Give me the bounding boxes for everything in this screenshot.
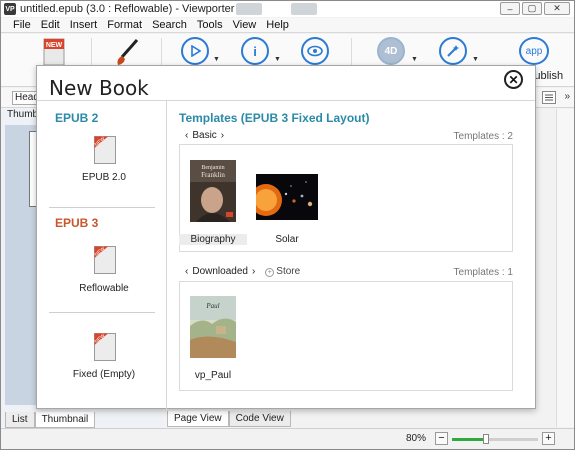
info-icon: i — [241, 37, 269, 65]
list-view-icon[interactable] — [542, 91, 556, 104]
menu-bar: File Edit Insert Format Search Tools Vie… — [1, 18, 574, 33]
new-book-icon: NEW — [94, 136, 116, 164]
dialog-title: New Book — [49, 76, 149, 100]
basic-template-count: Templates : 2 — [453, 131, 513, 142]
menu-help[interactable]: Help — [262, 19, 295, 31]
new-book-dialog: New Book ✕ EPUB 2 NEW EPUB 2.0 EPUB 3 NE… — [36, 65, 536, 409]
basic-category[interactable]: ‹ Basic › — [185, 130, 224, 141]
menu-edit[interactable]: Edit — [37, 19, 66, 31]
play-icon — [181, 37, 209, 65]
new-book-button[interactable]: NEW — [41, 37, 71, 67]
thumbnail-panel-header: Thumb — [7, 109, 39, 120]
section-divider — [49, 312, 155, 313]
store-icon: + — [265, 268, 275, 277]
downloaded-template-count: Templates : 1 — [453, 267, 513, 278]
effects-dropdown-caret[interactable]: ▼ — [472, 56, 479, 63]
window-title: untitled.epub (3.0 : Reflowable) - Viewp… — [20, 3, 235, 15]
basic-category-label: Basic — [192, 130, 217, 141]
right-panel-edge — [556, 109, 574, 427]
chevron-right-icon: › — [220, 130, 225, 141]
zoom-in-button[interactable]: + — [542, 432, 555, 445]
toolbar-overflow-icon[interactable]: » — [564, 91, 570, 102]
zoom-slider[interactable] — [452, 434, 538, 444]
magic-wand-icon — [439, 37, 467, 65]
menu-view[interactable]: View — [229, 19, 263, 31]
status-bar: 80% − + — [1, 428, 574, 449]
tab-thumbnail[interactable]: Thumbnail — [34, 412, 96, 428]
dialog-column-divider — [166, 101, 167, 409]
solar-cover — [256, 174, 318, 220]
tab-page-view[interactable]: Page View — [167, 411, 229, 427]
effects-button[interactable] — [439, 37, 469, 67]
dialog-header-divider — [37, 100, 535, 101]
edit-button[interactable] — [113, 37, 143, 67]
new-book-icon: NEW — [94, 246, 116, 274]
zoom-slider-handle[interactable] — [483, 434, 490, 444]
info-button[interactable]: i — [241, 37, 271, 67]
title-bar: VP untitled.epub (3.0 : Reflowable) - Vi… — [1, 1, 574, 17]
background-window-tab — [236, 3, 262, 15]
view-button[interactable] — [301, 37, 331, 67]
menu-format[interactable]: Format — [103, 19, 148, 31]
4d-dropdown-caret[interactable]: ▼ — [411, 56, 418, 63]
zoom-out-button[interactable]: − — [435, 432, 448, 445]
biography-cover: Benjamin Franklin — [190, 160, 236, 222]
close-window-button[interactable]: ✕ — [544, 2, 570, 15]
maximize-button[interactable]: ▢ — [522, 2, 542, 15]
preview-dropdown-caret[interactable]: ▼ — [213, 56, 220, 63]
vp-paul-template-label: vp_Paul — [194, 370, 232, 381]
vp-paul-cover: Paul — [190, 296, 236, 358]
dialog-close-button[interactable]: ✕ — [504, 70, 523, 89]
window-controls: – ▢ ✕ — [500, 2, 570, 15]
preview-button[interactable] — [181, 37, 211, 67]
app-icon: app — [519, 37, 549, 65]
fixed-empty-option-label: Fixed (Empty) — [72, 369, 136, 380]
solar-template-label: Solar — [275, 234, 299, 245]
eye-icon — [301, 37, 329, 65]
section-divider — [49, 207, 155, 208]
editor-view-tabs: Page View Code View — [167, 411, 291, 427]
tab-list[interactable]: List — [5, 412, 35, 428]
menu-file[interactable]: File — [9, 19, 37, 31]
4d-icon: 4D — [377, 37, 405, 65]
downloaded-category-label: Downloaded — [192, 266, 248, 277]
svg-text:NEW: NEW — [46, 42, 63, 49]
app-logo-icon: VP — [4, 3, 16, 15]
reflowable-option-label: Reflowable — [79, 283, 129, 294]
zoom-slider-fill — [452, 438, 487, 441]
menu-tools[interactable]: Tools — [193, 19, 229, 31]
chevron-left-icon: ‹ — [185, 130, 189, 141]
epub2-option-label: EPUB 2.0 — [82, 172, 126, 183]
chevron-right-icon: › — [251, 266, 256, 277]
epub2-section-title: EPUB 2 — [55, 111, 99, 125]
new-book-icon: NEW — [94, 333, 116, 361]
menu-search[interactable]: Search — [148, 19, 193, 31]
tab-code-view[interactable]: Code View — [228, 411, 291, 427]
svg-text:Franklin: Franklin — [201, 171, 225, 179]
new-book-icon: NEW — [43, 38, 65, 66]
app-window: VP untitled.epub (3.0 : Reflowable) - Vi… — [0, 0, 575, 450]
left-panel-tabs: List Thumbnail — [5, 412, 96, 428]
biography-template-label: Biography — [179, 234, 247, 245]
downloaded-category[interactable]: ‹ Downloaded › + Store — [185, 266, 300, 277]
templates-title: Templates (EPUB 3 Fixed Layout) — [179, 111, 370, 125]
chevron-left-icon: ‹ — [185, 266, 189, 277]
info-dropdown-caret[interactable]: ▼ — [274, 56, 281, 63]
minimize-button[interactable]: – — [500, 2, 520, 15]
zoom-level: 80% — [406, 433, 427, 444]
epub3-section-title: EPUB 3 — [55, 216, 99, 230]
store-link[interactable]: + Store — [265, 266, 300, 277]
menu-insert[interactable]: Insert — [66, 19, 104, 31]
brush-icon — [117, 39, 139, 65]
4d-button[interactable]: 4D — [377, 37, 407, 67]
svg-text:Paul: Paul — [205, 302, 219, 310]
app-publish-button[interactable]: app — [519, 37, 551, 67]
background-window-tab — [291, 3, 317, 15]
